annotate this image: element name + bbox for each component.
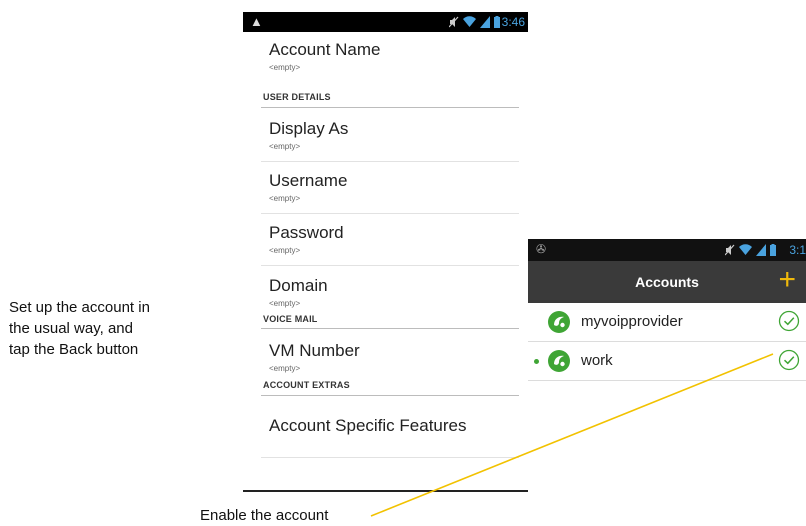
divider — [261, 107, 519, 108]
status-time: 3:1 — [789, 243, 806, 257]
account-name: myvoipprovider — [581, 313, 683, 330]
enabled-check-icon[interactable] — [778, 310, 800, 332]
pref-account-name[interactable]: Account Name <empty> — [269, 40, 381, 74]
divider — [261, 457, 519, 458]
pref-summary: <empty> — [269, 246, 301, 255]
setup-instruction-note: Set up the account in the usual way, and… — [9, 297, 150, 360]
accounts-screen: ✇ 3:1 Accounts + myvoipprovider work — [528, 239, 806, 399]
pref-display-as[interactable]: Display As <empty> — [269, 119, 348, 153]
pref-summary: <empty> — [269, 299, 301, 308]
account-settings-screen: ▲ 3:46 Account Name <empty> USER DETAILS… — [243, 12, 528, 497]
mute-icon — [725, 244, 735, 256]
category-account-extras: ACCOUNT EXTRAS — [263, 380, 350, 390]
pref-domain[interactable]: Domain <empty> — [269, 276, 328, 310]
battery-icon — [494, 16, 500, 28]
pref-summary: <empty> — [269, 194, 301, 203]
pref-vm-number[interactable]: VM Number <empty> — [269, 341, 360, 375]
add-account-button[interactable]: + — [778, 265, 796, 295]
account-name: work — [581, 352, 613, 369]
category-voice-mail: VOICE MAIL — [263, 314, 318, 324]
status-bar: ✇ 3:1 — [528, 239, 806, 261]
divider — [261, 395, 519, 396]
divider — [261, 213, 519, 214]
screen-title: Accounts — [635, 274, 699, 290]
pref-username[interactable]: Username <empty> — [269, 171, 347, 205]
status-icons — [449, 16, 500, 28]
category-user-details: USER DETAILS — [263, 92, 331, 102]
account-row-myvoipprovider[interactable]: myvoipprovider — [528, 303, 806, 341]
status-bar: ▲ 3:46 — [243, 12, 528, 32]
pref-title: Display As — [269, 119, 349, 138]
divider — [261, 328, 519, 329]
bria-logo-icon — [548, 311, 570, 333]
note-line: the usual way, and — [9, 320, 133, 337]
wifi-icon — [463, 16, 476, 27]
action-bar: Accounts + — [528, 261, 806, 303]
active-indicator-dot — [534, 359, 539, 364]
bria-logo-icon — [548, 350, 570, 372]
wifi-icon — [739, 244, 752, 255]
battery-icon — [770, 244, 776, 256]
pref-account-specific-features[interactable]: Account Specific Features — [269, 416, 466, 436]
pref-title: Username — [269, 171, 348, 190]
signal-icon — [756, 244, 766, 256]
screen-bottom-edge — [243, 490, 528, 492]
enabled-check-icon[interactable] — [778, 349, 800, 371]
pref-title: Password — [269, 223, 344, 242]
mute-icon — [449, 16, 459, 28]
status-icons — [725, 244, 776, 256]
divider — [261, 265, 519, 266]
warning-icon: ▲ — [250, 14, 263, 29]
pref-title: Domain — [269, 276, 328, 295]
pref-summary: <empty> — [269, 63, 301, 72]
pref-summary: <empty> — [269, 142, 301, 151]
status-time: 3:46 — [501, 15, 525, 29]
divider — [261, 161, 519, 162]
pref-title: Account Name — [269, 40, 381, 59]
pref-title: VM Number — [269, 341, 360, 360]
pref-password[interactable]: Password <empty> — [269, 223, 344, 257]
enable-account-note: Enable the account — [200, 507, 329, 524]
note-line: Set up the account in — [9, 299, 150, 316]
note-line: tap the Back button — [9, 341, 139, 358]
divider — [528, 380, 806, 381]
account-row-work[interactable]: work — [528, 342, 806, 380]
pref-summary: <empty> — [269, 364, 301, 373]
signal-icon — [480, 16, 490, 28]
pref-title: Account Specific Features — [269, 416, 467, 435]
notification-icon: ✇ — [536, 242, 547, 256]
